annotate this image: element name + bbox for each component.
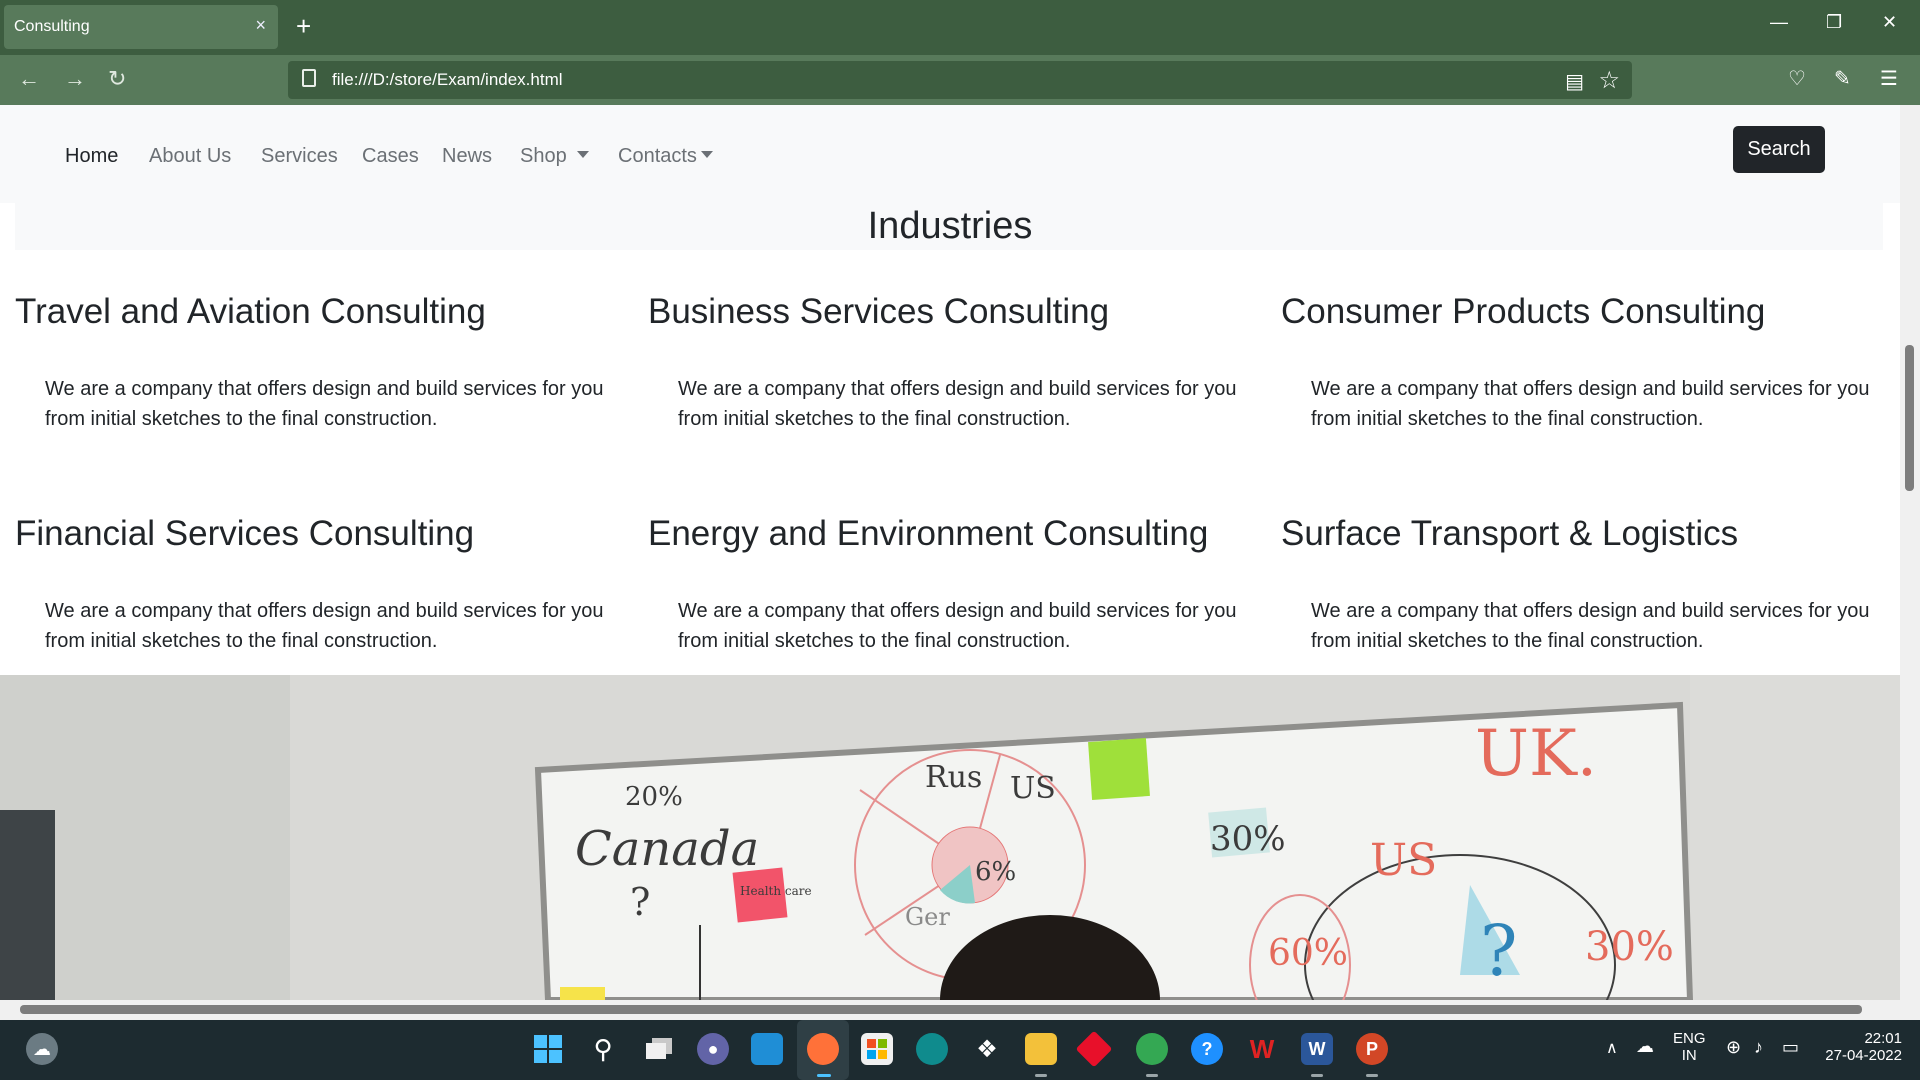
card-title: Travel and Aviation Consulting <box>15 292 486 331</box>
card-title: Energy and Environment Consulting <box>648 514 1209 553</box>
chevron-up-icon[interactable]: ∧ <box>1606 1038 1618 1058</box>
vertical-scrollbar[interactable] <box>1900 105 1920 1000</box>
chevron-down-icon <box>700 151 713 158</box>
dropbox-icon[interactable]: ❖ <box>971 1033 1003 1065</box>
address-bar[interactable]: file:///D:/store/Exam/index.html ▤ ☆ <box>288 61 1632 99</box>
browser-tab[interactable]: Consulting × <box>4 5 278 49</box>
card-text: We are a company that offers design and … <box>1311 378 1870 430</box>
forward-arrow-icon[interactable]: → <box>64 65 86 93</box>
note-text: UK. <box>1475 717 1597 791</box>
edge-icon[interactable] <box>916 1033 948 1065</box>
whiteboard-illustration: Canada 20% ? Rus US 6% Ger Health care 3… <box>0 675 1900 1000</box>
nav-link-services[interactable]: Services <box>261 145 338 168</box>
card-title: Surface Transport & Logistics <box>1281 514 1739 553</box>
note-text: 6% <box>975 857 1016 887</box>
note-text: 30% <box>1585 924 1674 970</box>
store-icon[interactable] <box>861 1033 893 1065</box>
active-indicator <box>817 1074 831 1077</box>
anydesk-icon[interactable] <box>1075 1030 1113 1068</box>
card-text: We are a company that offers design and … <box>45 378 604 430</box>
note-text: US <box>1370 835 1437 886</box>
start-icon[interactable] <box>532 1033 564 1065</box>
chat-icon[interactable]: ● <box>697 1033 729 1065</box>
page-icon <box>302 69 316 87</box>
search-button[interactable]: Search <box>1733 126 1825 173</box>
contacts-label: Contacts <box>618 145 697 167</box>
tab-title: Consulting <box>14 18 90 35</box>
language-indicator[interactable]: ENG IN <box>1673 1030 1706 1064</box>
battery-icon[interactable]: ▭ <box>1782 1037 1799 1058</box>
minimize-button[interactable]: — <box>1770 12 1788 33</box>
chevron-down-icon <box>576 151 589 158</box>
wps-office-icon[interactable]: W <box>1246 1033 1278 1065</box>
nav-link-home[interactable]: Home <box>65 145 118 168</box>
industries-heading: Industries <box>867 205 1033 247</box>
onedrive-icon[interactable]: ☁ <box>1636 1036 1654 1057</box>
note-text: Ger <box>905 903 950 931</box>
note-text: ? <box>1480 910 1518 992</box>
nav-dropdown-contacts[interactable]: Contacts <box>618 145 713 168</box>
chrome-icon[interactable] <box>1136 1033 1168 1065</box>
running-indicator <box>1311 1074 1323 1077</box>
weather-icon[interactable]: ☁ <box>26 1033 58 1065</box>
browser-toolbar: ← → ↻ file:///D:/store/Exam/index.html ▤… <box>0 55 1920 105</box>
whiteboard-photo: Canada 20% ? Rus US 6% Ger Health care 3… <box>0 675 1900 1000</box>
url-text: file:///D:/store/Exam/index.html <box>332 70 563 89</box>
date-text: 27-04-2022 <box>1825 1047 1902 1064</box>
note-text: ? <box>630 880 650 924</box>
extension-icon[interactable]: ✎ <box>1834 66 1851 91</box>
restore-button[interactable]: ❐ <box>1826 12 1842 33</box>
card-text: We are a company that offers design and … <box>1311 600 1870 652</box>
bookmark-star-icon[interactable]: ☆ <box>1598 66 1620 95</box>
windows-taskbar: ☁ ⚲ ● ❖ ? W W P ∧ ☁ ENG IN ⊕ ♪ ▭ 22:01 2… <box>0 1020 1920 1080</box>
note-text: 60% <box>1268 933 1348 974</box>
browser-tab-strip: Consulting × + — ❐ ✕ <box>0 0 1920 55</box>
card-title: Business Services Consulting <box>648 292 1110 331</box>
powerpoint-icon[interactable]: P <box>1356 1033 1388 1065</box>
firefox-icon[interactable] <box>807 1033 839 1065</box>
running-indicator <box>1146 1074 1158 1077</box>
menu-icon[interactable]: ☰ <box>1880 66 1898 91</box>
note-text: 30% <box>1210 819 1286 859</box>
site-navbar: Home About Us Services Cases News Shop C… <box>0 105 1900 203</box>
file-explorer-icon[interactable] <box>1025 1033 1057 1065</box>
lang-text: ENG <box>1673 1030 1706 1047</box>
card-text: We are a company that offers design and … <box>678 378 1237 430</box>
running-indicator <box>1366 1074 1378 1077</box>
card-text: We are a company that offers design and … <box>678 600 1237 652</box>
region-text: IN <box>1681 1047 1697 1064</box>
shop-label: Shop <box>520 145 567 167</box>
tab-close-icon[interactable]: × <box>255 15 266 36</box>
help-icon[interactable]: ? <box>1191 1033 1223 1065</box>
note-text: Canada <box>575 821 759 877</box>
card-title: Consumer Products Consulting <box>1281 292 1766 331</box>
back-arrow-icon[interactable]: ← <box>18 65 40 93</box>
vertical-scroll-thumb[interactable] <box>1905 345 1914 491</box>
task-view-icon[interactable] <box>643 1033 675 1065</box>
close-window-button[interactable]: ✕ <box>1882 12 1897 33</box>
time-text: 22:01 <box>1864 1030 1902 1047</box>
nav-link-news[interactable]: News <box>442 145 492 168</box>
note-text: 20% <box>625 782 683 812</box>
nav-link-cases[interactable]: Cases <box>362 145 419 168</box>
search-icon[interactable]: ⚲ <box>587 1033 619 1065</box>
pocket-icon[interactable]: ♡ <box>1788 66 1806 91</box>
nav-link-about[interactable]: About Us <box>149 145 231 168</box>
note-text: Rus <box>925 760 982 795</box>
running-indicator <box>1035 1074 1047 1077</box>
network-icon[interactable]: ⊕ <box>1726 1037 1741 1058</box>
reader-view-icon[interactable]: ▤ <box>1565 69 1584 94</box>
note-text: Health care <box>740 884 812 898</box>
nav-dropdown-shop[interactable]: Shop <box>520 145 589 168</box>
horizontal-scroll-thumb[interactable] <box>20 1005 1862 1014</box>
clock[interactable]: 22:01 27-04-2022 <box>1822 1030 1902 1064</box>
note-text: US <box>1010 771 1056 806</box>
new-tab-button[interactable]: + <box>296 10 311 42</box>
card-title: Financial Services Consulting <box>15 514 475 553</box>
card-text: We are a company that offers design and … <box>45 600 604 652</box>
word-icon[interactable]: W <box>1301 1033 1333 1065</box>
desktop-icon[interactable] <box>751 1033 783 1065</box>
volume-icon[interactable]: ♪ <box>1754 1037 1763 1058</box>
reload-icon[interactable]: ↻ <box>108 65 126 93</box>
